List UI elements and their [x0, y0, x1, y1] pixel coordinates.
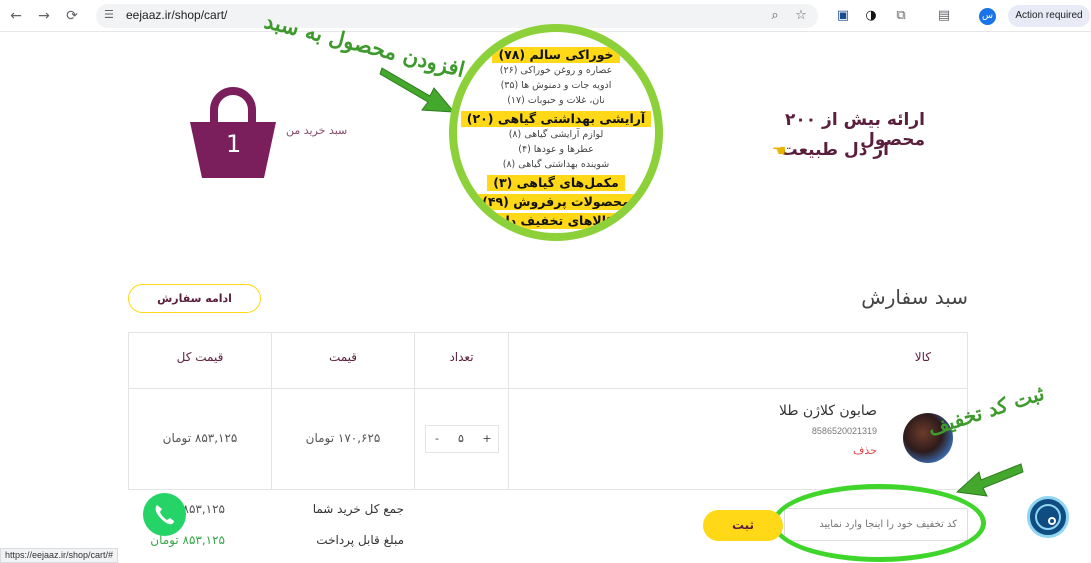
payable-label: مبلغ قابل پرداخت — [316, 533, 404, 547]
menu-item-perfumes[interactable]: عطرها و عودها (۴) — [457, 142, 655, 157]
green-arrow-icon — [955, 463, 1024, 497]
menu-item-herbal-cosmetics[interactable]: آرایشی بهداشتی گیاهی (۲۰) — [460, 111, 652, 127]
quantity-stepper[interactable]: - ۵ + — [425, 425, 499, 453]
accessibility-icon[interactable] — [1027, 496, 1069, 538]
column-divider — [508, 333, 509, 490]
site-settings-icon[interactable]: ☰ — [104, 8, 114, 21]
header-price: قیمت — [328, 350, 358, 364]
pointing-hand-icon: ☚ — [772, 141, 787, 160]
address-bar[interactable]: ☰ eejaaz.ir/shop/cart/ — [96, 4, 818, 28]
bookmark-star-icon[interactable]: ☆ — [792, 7, 810, 25]
menu-item-detergents[interactable]: شوینده بهداشتی گیاهی (۸) — [457, 157, 655, 172]
green-arrow-icon — [379, 67, 456, 113]
category-menu: خوراکی سالم (۷۸) عصاره و روغن خوراکی (۲۶… — [457, 44, 655, 229]
profile-avatar[interactable]: س — [979, 8, 996, 25]
menu-item-spices[interactable]: ادویه جات و دمنوش ها (۳۵) — [457, 78, 655, 93]
menu-item-makeup[interactable]: لوازم آرایشی گیاهی (۸) — [457, 127, 655, 142]
product-sku: 8586520021319 — [811, 426, 877, 436]
plus-button[interactable]: + — [476, 426, 498, 452]
product-name[interactable]: صابون کلاژن طلا — [689, 403, 877, 419]
apply-coupon-button[interactable]: ثبت — [703, 510, 783, 541]
menu-item-healthy-food[interactable]: خوراکی سالم (۷۸) — [492, 47, 620, 63]
sum-label: جمع کل خرید شما — [312, 502, 404, 516]
item-total: ۸۵۳,۱۲۵ تومان — [162, 431, 238, 445]
cart-bag-icon[interactable]: 1 — [190, 86, 276, 178]
reload-icon[interactable]: ⟳ — [62, 6, 82, 26]
quantity-value[interactable]: ۵ — [450, 426, 472, 452]
whatsapp-button[interactable] — [143, 493, 186, 536]
forward-icon[interactable]: → — [34, 6, 54, 26]
sidebar-icon[interactable]: ▤ — [935, 7, 953, 25]
promo-line-2: از دل طبیعت — [780, 140, 889, 160]
header-total: قیمت کل — [176, 350, 224, 364]
menu-item-extracts[interactable]: عصاره و روغن خوراکی (۲۶) — [457, 63, 655, 78]
save-icon[interactable]: ▣ — [834, 7, 852, 25]
remove-item-link[interactable]: حذف — [689, 444, 877, 457]
zoom-icon[interactable]: ⌕ — [766, 7, 784, 25]
extension-icon[interactable]: ◑ — [862, 7, 880, 25]
cart-table: قیمت کل قیمت تعداد کالا ۸۵۳,۱۲۵ تومان ۱۷… — [128, 332, 968, 490]
continue-order-button[interactable]: ادامه سفارش — [128, 284, 261, 313]
header-qty: تعداد — [449, 350, 474, 364]
url-text: eejaaz.ir/shop/cart/ — [126, 8, 228, 22]
puzzle-icon[interactable]: ⧉ — [892, 7, 910, 25]
cart-title: سبد سفارش — [861, 285, 968, 309]
row-divider — [129, 388, 967, 389]
action-required-button[interactable]: Action required — [1008, 5, 1090, 27]
coupon-highlight-ellipse — [772, 484, 986, 562]
category-menu-highlight: خوراکی سالم (۷۸) عصاره و روغن خوراکی (۲۶… — [449, 24, 663, 241]
back-icon[interactable]: ← — [6, 6, 26, 26]
minus-button[interactable]: - — [426, 426, 448, 452]
status-bar-url: https://eejaaz.ir/shop/cart/# — [0, 548, 119, 563]
cart-count: 1 — [226, 130, 242, 158]
menu-item-discounted[interactable]: کالاهای تخفیف دار — [492, 213, 620, 229]
menu-item-bestsellers[interactable]: محصولات پرفروش (۴۹) — [476, 194, 636, 210]
phone-icon — [155, 505, 174, 525]
menu-item-grains[interactable]: نان، غلات و حبوبات (۱۷) — [457, 93, 655, 108]
my-cart-link[interactable]: سبد خرید من — [286, 124, 347, 137]
item-price: ۱۷۰,۶۲۵ تومان — [305, 431, 381, 445]
menu-item-supplements[interactable]: مکمل‌های گیاهی (۳) — [487, 175, 625, 191]
